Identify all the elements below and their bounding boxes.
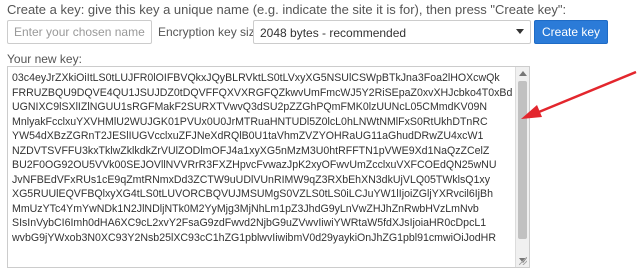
key-line: 03c4eyJrZXkiOiItLS0tLUJFR0lOIFBVQkxJQyBL… (12, 72, 500, 84)
key-line: wvbG9jYWxob3N0XC93Y2Nsb25lXC93cC1hZG1pbl… (12, 231, 496, 244)
chevron-down-icon (516, 29, 524, 34)
key-line: UGNIXC9lSXlIZlNGUU1sRGFMakF2SURXTVwvQ3dS… (12, 101, 488, 113)
key-line: FRRUZBQU9DQVE4QU1JSUJDZ0tDQVFFQXVXRGFQZk… (12, 86, 512, 99)
new-key-label: Your new key: (7, 52, 82, 66)
scroll-up-icon[interactable] (519, 71, 527, 76)
key-size-label: Encryption key size: (158, 25, 265, 39)
new-key-text: 03c4eyJrZXkiOiItLS0tLUJFR0lOIFBVQkxJQyBL… (12, 71, 512, 245)
key-size-select[interactable]: 2048 bytes - recommended (253, 20, 531, 44)
key-line: NZDVTSVFFU3kxTklwZklkdkZrVUlZODlmOFJ4a1x… (12, 144, 490, 157)
key-form-row: Encryption key size: 2048 bytes - recomm… (7, 20, 637, 44)
new-key-textarea[interactable]: 03c4eyJrZXkiOiItLS0tLUJFR0lOIFBVQkxJQyBL… (7, 66, 530, 268)
instructions-text: Create a key: give this key a unique nam… (7, 2, 567, 17)
key-line: SIsInVybCI6Imh0dHA6XC9cL2xvY2FsaG9zdFwvd… (12, 217, 487, 229)
key-line: BU2F0OG92OU5VVk00SEJOVllNVVRrR3FXZHpvcFv… (12, 159, 497, 171)
key-name-input[interactable] (7, 20, 152, 44)
key-line: MnlyakFcclxuYXVHMlU2WUJGK01PVUx0U0JrMTRu… (12, 115, 488, 128)
create-key-panel: Create a key: give this key a unique nam… (0, 0, 640, 272)
key-line: YW54dXBzZGRnT2JESlIUGVcclxuZFJNeXdRQlB0U… (12, 130, 484, 142)
key-line: JvNFBEdVFxRUs1cE9qZmtRNmxDd3ZCTW9uUDlVUn… (12, 173, 490, 186)
textarea-scrollbar[interactable] (515, 67, 529, 267)
key-line: MmUzYTc4YmYwNDk1N2JlNDljNTk0M2YyMjg3MjNh… (12, 202, 479, 215)
key-size-value: 2048 bytes - recommended (260, 26, 407, 40)
create-key-button[interactable]: Create key (534, 20, 608, 44)
arrow-shaft (533, 70, 637, 116)
key-line: XG5RUUlEQVFBQlxyXG4tLS0tLUVORCBQVUJMSUMg… (12, 188, 493, 200)
resize-grip-icon[interactable] (519, 257, 527, 265)
scroll-thumb[interactable] (518, 81, 527, 239)
